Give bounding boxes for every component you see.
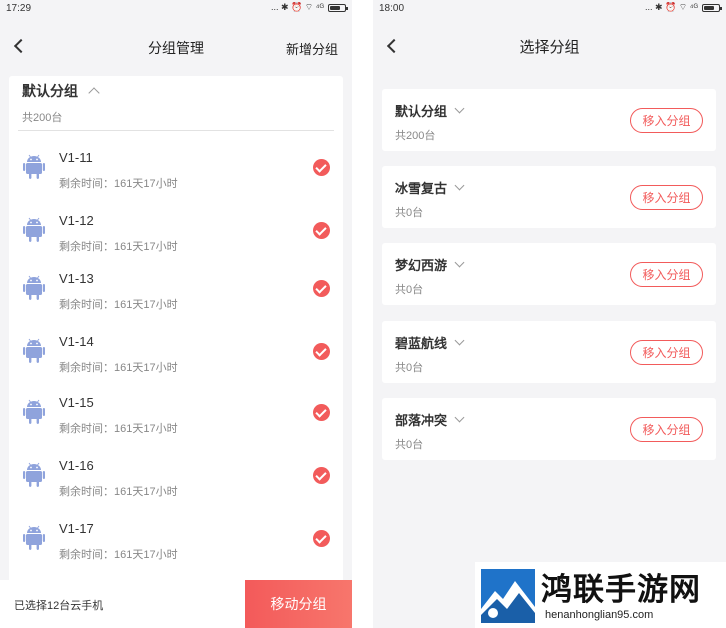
status-bar: 18:00 ... ✱ ⏰ ⌔ ⁴ᴳ [373, 0, 726, 18]
group-option-name: 冰雪复古 [395, 181, 448, 196]
check-circle-icon[interactable] [313, 467, 330, 484]
status-icons: ... ✱ ⏰ ⌔ ⁴ᴳ [644, 2, 722, 13]
group-option-count: 共0台 [395, 362, 424, 374]
move-into-group-button[interactable]: 移入分组 [630, 417, 703, 442]
group-header[interactable]: 默认分组 共200台 [22, 81, 100, 125]
group-management-screen: 17:29 ... ✱ ⏰ ⌔ ⁴ᴳ 分组管理 新增分组 默认分组 共200台 … [0, 0, 352, 628]
nav-bar: 选择分组 [373, 26, 726, 66]
watermark: 鸿联手游网 henanhonglian95.com [475, 562, 726, 628]
device-name: V1-15 [59, 395, 94, 410]
group-option-name: 默认分组 [395, 104, 448, 119]
battery-icon [702, 3, 722, 12]
chevron-up-icon[interactable] [88, 87, 100, 99]
group-card: 默认分组 共200台 V1-11 剩余时间：161天17小时 V1-12 剩余时间：1… [9, 76, 343, 596]
device-row[interactable]: V1-16 剩余时间：161天17小时 [9, 454, 343, 514]
move-into-group-button[interactable]: 移入分组 [630, 108, 703, 133]
device-remaining-time: 剩余时间：161天17小时 [59, 299, 178, 311]
android-icon [23, 462, 45, 488]
group-count: 共200台 [22, 112, 63, 124]
group-option-header[interactable]: 部落冲突 [395, 410, 465, 429]
select-group-screen: 18:00 ... ✱ ⏰ ⌔ ⁴ᴳ 选择分组 默认分组 共200台 移入分组 冰雪复… [373, 0, 726, 628]
page-title: 选择分组 [519, 39, 580, 56]
status-icons-text: ... ✱ ⏰ ⌔ ⁴ᴳ [270, 2, 324, 12]
check-circle-icon[interactable] [313, 343, 330, 360]
device-row[interactable]: V1-17 剩余时间：161天17小时 [9, 517, 343, 577]
group-option-count: 共0台 [395, 439, 424, 451]
device-name: V1-11 [59, 150, 93, 165]
battery-icon [328, 3, 348, 12]
group-option-card: 部落冲突共0台 移入分组 [382, 398, 716, 460]
watermark-logo-icon [481, 569, 535, 623]
bottom-bar: 已选择12台云手机 移动分组 [0, 580, 352, 628]
android-icon [23, 525, 45, 551]
device-remaining-time: 剩余时间：161天17小时 [59, 241, 178, 253]
android-icon [23, 275, 45, 301]
group-option-count: 共0台 [395, 207, 424, 219]
device-remaining-time: 剩余时间：161天17小时 [59, 486, 178, 498]
device-remaining-time: 剩余时间：161天17小时 [59, 178, 178, 190]
selected-count: 已选择12台云手机 [14, 600, 104, 612]
group-option-name: 部落冲突 [395, 413, 448, 428]
device-name: V1-17 [59, 521, 94, 536]
watermark-url: henanhonglian95.com [545, 609, 654, 621]
watermark-title: 鸿联手游网 [541, 572, 701, 608]
device-remaining-time: 剩余时间：161天17小时 [59, 423, 178, 435]
group-option-count: 共200台 [395, 130, 436, 142]
group-option-card: 默认分组共200台 移入分组 [382, 89, 716, 151]
status-time: 17:29 [6, 3, 32, 14]
group-option-card: 梦幻西游共0台 移入分组 [382, 243, 716, 305]
move-into-group-button[interactable]: 移入分组 [630, 185, 703, 210]
android-icon [23, 338, 45, 364]
group-option-card: 冰雪复古共0台 移入分组 [382, 166, 716, 228]
group-option-header[interactable]: 冰雪复古 [395, 178, 465, 197]
chevron-down-icon[interactable] [454, 103, 465, 114]
device-remaining-time: 剩余时间：161天17小时 [59, 549, 178, 561]
device-name: V1-12 [59, 213, 94, 228]
group-option-header[interactable]: 默认分组 [395, 101, 465, 120]
divider [18, 130, 334, 131]
android-icon [23, 399, 45, 425]
device-name: V1-14 [59, 334, 94, 349]
check-circle-icon[interactable] [313, 222, 330, 239]
device-row[interactable]: V1-15 剩余时间：161天17小时 [9, 391, 343, 451]
check-circle-icon[interactable] [313, 280, 330, 297]
group-option-card: 碧蓝航线共0台 移入分组 [382, 321, 716, 383]
status-icons-text: ... ✱ ⏰ ⌔ ⁴ᴳ [644, 2, 698, 12]
group-option-name: 碧蓝航线 [395, 336, 448, 351]
move-into-group-button[interactable]: 移入分组 [630, 340, 703, 365]
move-group-button[interactable]: 移动分组 [245, 580, 352, 628]
group-option-count: 共0台 [395, 284, 424, 296]
device-row[interactable]: V1-11 剩余时间：161天17小时 [9, 146, 343, 206]
check-circle-icon[interactable] [313, 530, 330, 547]
chevron-down-icon[interactable] [454, 335, 465, 346]
group-option-header[interactable]: 梦幻西游 [395, 255, 465, 274]
group-option-name: 梦幻西游 [395, 258, 448, 273]
device-row[interactable]: V1-12 剩余时间：161天17小时 [9, 209, 343, 269]
device-name: V1-13 [59, 271, 94, 286]
device-row[interactable]: V1-14 剩余时间：161天17小时 [9, 330, 343, 390]
device-row[interactable]: V1-13 剩余时间：161天17小时 [9, 267, 343, 327]
device-remaining-time: 剩余时间：161天17小时 [59, 362, 178, 374]
check-circle-icon[interactable] [313, 404, 330, 421]
device-name: V1-16 [59, 458, 94, 473]
check-circle-icon[interactable] [313, 159, 330, 176]
nav-bar: 分组管理 新增分组 [0, 26, 352, 66]
status-time: 18:00 [379, 3, 405, 14]
android-icon [23, 217, 45, 243]
chevron-down-icon[interactable] [454, 180, 465, 191]
add-group-button[interactable]: 新增分组 [286, 39, 338, 58]
chevron-down-icon[interactable] [454, 257, 465, 268]
screenshot-stage: 17:29 ... ✱ ⏰ ⌔ ⁴ᴳ 分组管理 新增分组 默认分组 共200台 … [0, 0, 726, 628]
move-into-group-button[interactable]: 移入分组 [630, 262, 703, 287]
group-option-header[interactable]: 碧蓝航线 [395, 333, 465, 352]
android-icon [23, 154, 45, 180]
chevron-down-icon[interactable] [454, 412, 465, 423]
status-icons: ... ✱ ⏰ ⌔ ⁴ᴳ [270, 2, 348, 13]
group-title: 默认分组 [22, 83, 78, 99]
status-bar: 17:29 ... ✱ ⏰ ⌔ ⁴ᴳ [0, 0, 352, 18]
